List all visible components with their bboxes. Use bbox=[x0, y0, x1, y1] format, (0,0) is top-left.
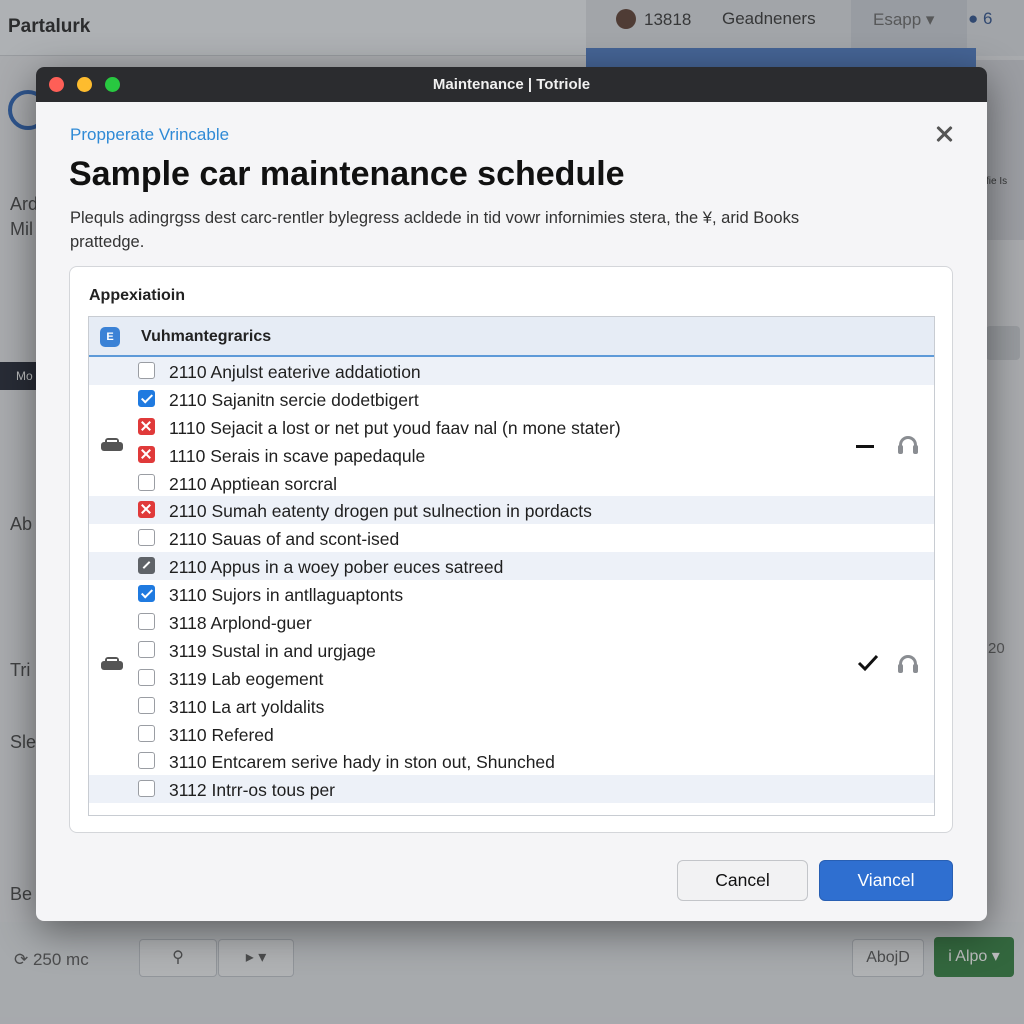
table-row: 3110 La art yoldalits bbox=[89, 692, 934, 720]
window-titlebar: Maintenance | Totriole bbox=[36, 67, 987, 102]
row-checkbox[interactable] bbox=[138, 668, 155, 686]
table-row: 1110 Serais in scave papedaqule bbox=[89, 441, 934, 469]
row-checkbox[interactable] bbox=[138, 585, 155, 603]
row-label: 2110 Sajanitn sercie dodetbigert bbox=[169, 389, 419, 410]
row-label: 3119 Sustal in and urgjage bbox=[169, 640, 376, 661]
table-row: 1110 Sejacit a lost or net put youd faav… bbox=[89, 413, 934, 441]
row-checkbox[interactable] bbox=[138, 640, 155, 658]
row-label: 3118 Arplond-guer bbox=[169, 613, 312, 634]
row-label: 3110 La art yoldalits bbox=[169, 696, 325, 717]
row-checkbox[interactable] bbox=[138, 417, 155, 435]
row-checkbox[interactable] bbox=[138, 389, 155, 407]
row-checkbox[interactable] bbox=[138, 557, 155, 575]
dialog-description: Plequls adingrgss dest carc-rentler byle… bbox=[70, 209, 800, 251]
row-checkbox[interactable] bbox=[138, 780, 155, 798]
primary-button[interactable]: Viancel bbox=[819, 860, 953, 901]
row-label: 2110 Sauas of and scont-ised bbox=[169, 529, 400, 550]
row-checkbox[interactable] bbox=[138, 445, 155, 463]
table-row: 2110 Sauas of and scont-ised bbox=[89, 524, 934, 552]
row-label: 2110 Appus in a woey pober euces satreed bbox=[169, 557, 504, 578]
table-header-label: Vuhmantegrarics bbox=[141, 328, 272, 345]
row-label: 3112 Intrr-os tous per bbox=[169, 780, 336, 801]
table-row: 3110 Refered bbox=[89, 720, 934, 748]
row-label: 3110 Sujors in antllaguaptonts bbox=[169, 585, 404, 606]
headset-icon[interactable] bbox=[898, 655, 918, 673]
row-label: 3119 Lab eogement bbox=[169, 668, 324, 689]
table-row: 3112 Intrr-os tous per bbox=[89, 775, 934, 804]
minus-icon[interactable] bbox=[856, 445, 874, 448]
table-row: 3110 Sujors in antllaguaptonts bbox=[89, 580, 934, 608]
row-label: 3110 Refered bbox=[169, 724, 274, 745]
table-row: 3110 Entcarem serive hady in ston out, S… bbox=[89, 747, 934, 775]
dialog-eyebrow: Propperate Vrincable bbox=[70, 125, 230, 144]
row-checkbox[interactable] bbox=[138, 362, 155, 379]
table-rows: 2110 Anjulst eaterive addatiotion 2110 Sa… bbox=[89, 357, 934, 804]
table-row: 3118 Arplond-guer bbox=[89, 608, 934, 636]
table-row: 2110 Apptiean sorcral bbox=[89, 469, 934, 497]
headset-icon[interactable] bbox=[898, 436, 918, 454]
car-icon bbox=[101, 438, 123, 452]
table-row: 2110 Appus in a woey pober euces satreed bbox=[89, 552, 934, 581]
row-checkbox[interactable] bbox=[138, 613, 155, 631]
check-icon[interactable] bbox=[857, 652, 879, 674]
table-row: 3119 Lab eogement bbox=[89, 664, 934, 692]
cancel-button[interactable]: Cancel bbox=[677, 860, 808, 901]
table-row: 3119 Sustal in and urgjage bbox=[89, 636, 934, 664]
row-checkbox[interactable] bbox=[138, 529, 155, 547]
row-checkbox[interactable] bbox=[138, 752, 155, 770]
dialog-window: Maintenance | Totriole Propperate Vrinca… bbox=[36, 67, 987, 921]
row-label: 1110 Sejacit a lost or net put youd faav… bbox=[169, 417, 621, 438]
table-row: 2110 Sajanitn sercie dodetbigert bbox=[89, 385, 934, 413]
row-checkbox[interactable] bbox=[138, 473, 155, 491]
schedule-panel: Appexiatioin E Vuhmantegrarics 2110 Anju… bbox=[69, 266, 953, 833]
row-label: 3110 Entcarem serive hady in ston out, S… bbox=[169, 752, 555, 773]
row-label: 2110 Sumah eatenty drogen put sulnection… bbox=[169, 501, 592, 522]
car-icon bbox=[101, 657, 123, 671]
row-label: 2110 Anjulst eaterive addatiotion bbox=[169, 362, 421, 382]
row-label: 1110 Serais in scave papedaqule bbox=[169, 445, 426, 466]
panel-label: Appexiatioin bbox=[89, 287, 186, 304]
row-label: 2110 Apptiean sorcral bbox=[169, 473, 337, 494]
table-row: 2110 Sumah eatenty drogen put sulnection… bbox=[89, 496, 934, 525]
category-icon: E bbox=[100, 327, 120, 347]
table-header: E Vuhmantegrarics bbox=[89, 317, 934, 357]
row-checkbox[interactable] bbox=[138, 696, 155, 714]
dialog-title: Sample car maintenance schedule bbox=[69, 155, 625, 193]
row-checkbox[interactable] bbox=[138, 724, 155, 742]
row-checkbox[interactable] bbox=[138, 501, 155, 519]
table-row: 2110 Anjulst eaterive addatiotion bbox=[89, 357, 934, 385]
close-icon[interactable] bbox=[932, 122, 956, 146]
window-title: Maintenance | Totriole bbox=[432, 76, 591, 93]
schedule-table: E Vuhmantegrarics 2110 Anjulst eaterive … bbox=[88, 316, 935, 816]
